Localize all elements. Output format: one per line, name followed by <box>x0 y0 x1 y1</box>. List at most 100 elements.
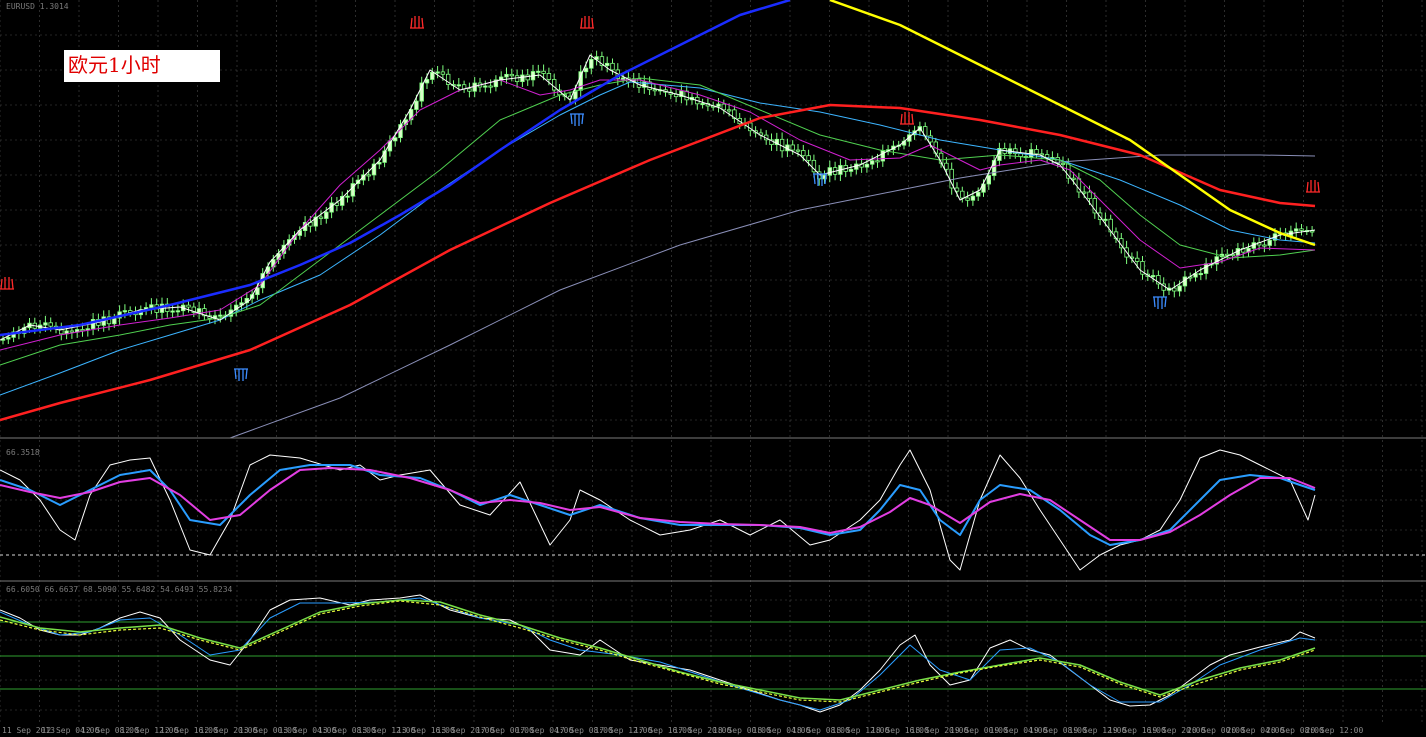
time-axis-label: 20 Sep 12:00 <box>1306 726 1364 735</box>
indicator2-header: 66.6050 66.6637 68.5090 55.6482 54.6493 … <box>6 585 233 594</box>
candle-body <box>546 73 552 80</box>
candle-body <box>186 304 191 308</box>
candle-body <box>483 85 488 88</box>
candle-body <box>986 175 991 185</box>
candle-body <box>1299 228 1304 231</box>
chart-canvas: 11 Sep 201312 Sep 04:0012 Sep 08:0012 Se… <box>0 0 1426 735</box>
chart-title-label: 欧元1小时 <box>64 50 220 82</box>
candle-body <box>795 149 801 152</box>
candle-body <box>652 89 658 92</box>
oscillator-blue-line <box>0 597 1316 711</box>
candle-body <box>424 79 430 84</box>
candle-body <box>1177 285 1182 292</box>
candle-body <box>6 336 11 340</box>
candle-body <box>578 71 583 91</box>
candle-body <box>345 195 350 198</box>
stochastic-signal-line <box>0 467 1316 541</box>
stochastic-panel <box>0 449 1316 571</box>
candle-body <box>467 88 472 92</box>
candle-body <box>525 74 530 81</box>
ma-red-line <box>0 103 1316 422</box>
candle-body <box>435 71 440 74</box>
candle-body <box>1135 257 1140 262</box>
candle-body <box>392 137 398 142</box>
candle-body <box>149 304 154 308</box>
candle-body <box>721 103 726 111</box>
candle-body <box>790 144 795 151</box>
candle-body <box>504 73 509 78</box>
candle-body <box>520 74 525 83</box>
candle-body <box>271 259 276 268</box>
candle-body <box>620 77 626 80</box>
candle-body <box>1262 244 1267 247</box>
fractal-down-marker <box>1153 296 1167 309</box>
fractal-down-marker <box>234 368 248 381</box>
candle-body <box>583 67 589 73</box>
candle-body <box>541 70 546 74</box>
candle-body <box>1150 275 1156 278</box>
candle-body <box>430 71 435 80</box>
candle-body <box>970 195 976 201</box>
fractal-up-marker <box>1306 180 1320 193</box>
candle-body <box>440 71 446 75</box>
candle-body <box>848 168 854 172</box>
candle-body <box>366 174 371 177</box>
candle-body <box>175 310 181 313</box>
fractal-up-marker <box>0 277 14 290</box>
candle-body <box>960 190 965 199</box>
candle-body <box>48 322 53 327</box>
main-header: EURUSD 1.3014 <box>6 2 69 11</box>
candle-body <box>170 310 175 313</box>
candle-body <box>944 162 949 170</box>
candle-body <box>976 191 981 197</box>
candle-body <box>806 155 811 161</box>
candle-body <box>726 109 732 112</box>
candlesticks <box>0 50 1315 345</box>
candle-body <box>43 322 48 326</box>
candle-body <box>1082 191 1087 194</box>
candle-body <box>414 100 419 110</box>
candle-body <box>514 75 520 83</box>
oscillator-white-line <box>0 594 1316 713</box>
candle-body <box>324 211 329 219</box>
candle-body <box>456 84 461 87</box>
candle-body <box>827 167 832 176</box>
candle-body <box>1294 228 1299 232</box>
fractal-down-marker <box>570 113 584 126</box>
candle-body <box>965 197 970 201</box>
candle-body <box>1203 263 1209 274</box>
candle-body <box>716 103 721 107</box>
candle-body <box>1198 273 1203 276</box>
candle-body <box>318 216 324 219</box>
candle-body <box>875 160 880 163</box>
indicator1-header: 66.3518 <box>6 448 40 457</box>
candle-body <box>700 103 705 106</box>
candle-body <box>218 314 223 317</box>
candle-body <box>880 150 885 162</box>
fractal-up-marker <box>410 16 424 29</box>
candle-body <box>864 163 870 168</box>
candle-body <box>509 73 514 77</box>
candle-body <box>196 308 202 313</box>
candle-body <box>610 62 615 71</box>
fractal-up-marker <box>580 16 594 29</box>
oscillator-panel <box>0 594 1426 713</box>
candle-body <box>1060 162 1066 165</box>
fractal-up-marker <box>900 112 914 125</box>
candle-body <box>536 70 541 73</box>
candle-body <box>1267 239 1272 246</box>
ma-yellow-line <box>829 0 1316 247</box>
candle-body <box>80 329 85 332</box>
candle-body <box>122 310 128 313</box>
candle-body <box>1071 177 1076 180</box>
candle-body <box>589 59 594 69</box>
ma-slate-line <box>229 154 1316 439</box>
candle-body <box>1087 191 1092 199</box>
candle-body <box>69 330 75 333</box>
candle-body <box>488 85 493 88</box>
candle-body <box>1034 149 1039 155</box>
candle-body <box>870 160 875 165</box>
candle-body <box>1103 218 1108 221</box>
candle-body <box>801 150 806 157</box>
time-axis: 11 Sep 201312 Sep 04:0012 Sep 08:0012 Se… <box>2 726 1363 735</box>
